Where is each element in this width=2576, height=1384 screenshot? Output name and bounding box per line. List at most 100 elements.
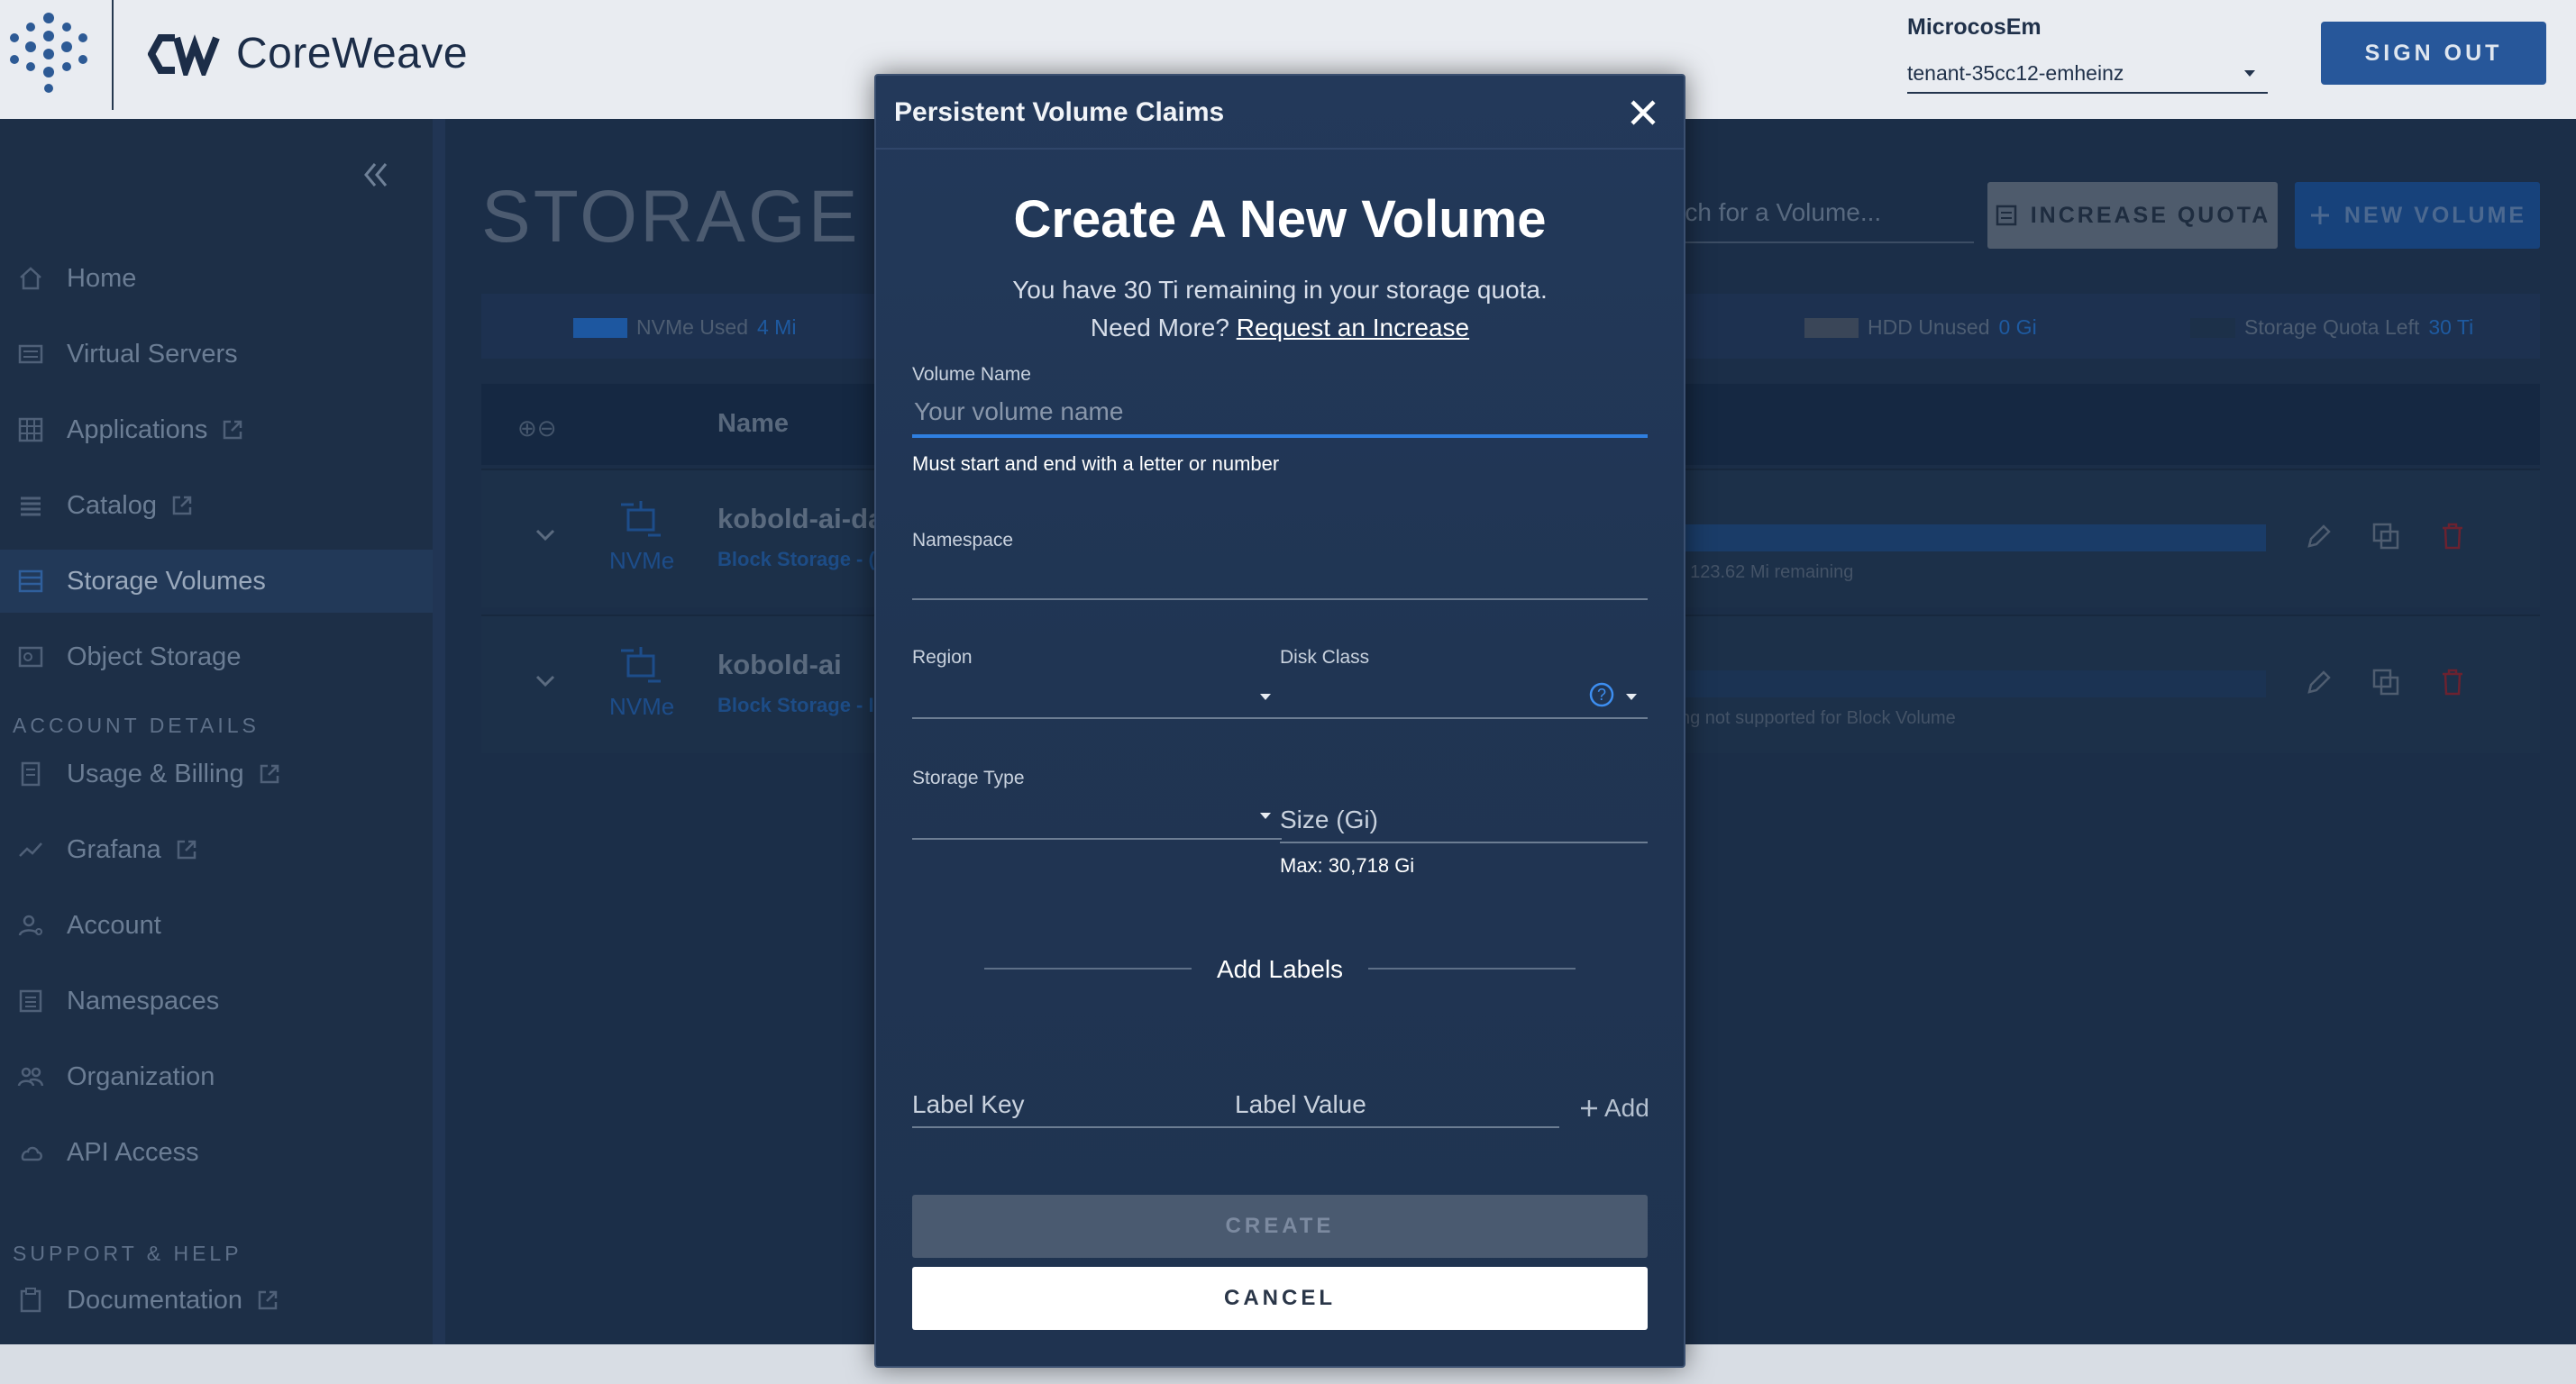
sidebar-item-account[interactable]: Account (0, 894, 433, 957)
sidebar-item-api-access[interactable]: API Access (0, 1121, 433, 1184)
home-icon (16, 264, 45, 293)
hdd-label: HDD Unused (1868, 315, 1990, 339)
sidebar-item-label: Object Storage (67, 642, 242, 671)
tenant-dropdown[interactable]: tenant-35cc12-emheinz (1907, 58, 2268, 94)
sidebar-item-object-storage[interactable]: Object Storage (0, 625, 433, 688)
quota-left: Storage Quota Left 30 Ti (2190, 315, 2473, 340)
sidebar-item-organization[interactable]: Organization (0, 1045, 433, 1108)
server-icon (16, 340, 45, 369)
sign-out-button[interactable]: SIGN OUT (2321, 22, 2546, 85)
sidebar-item-label: Home (67, 263, 137, 293)
add-label-button[interactable]: Add (1577, 1094, 1649, 1123)
volume-type: NVMe (609, 547, 675, 574)
external-link-icon (258, 1290, 278, 1310)
label-key-input[interactable]: Label Key (912, 1076, 1237, 1128)
sidebar-item-home[interactable]: Home (0, 247, 433, 310)
close-button[interactable] (1624, 94, 1662, 132)
sidebar-item-documentation[interactable]: Documentation (0, 1269, 433, 1332)
page-title: STORAGE V (481, 175, 936, 260)
quota-remaining-text: You have 30 Ti remaining in your storage… (1012, 276, 1548, 304)
namespace-icon (16, 987, 45, 1015)
list-icon (1996, 205, 2016, 226)
user-gear-icon (16, 911, 45, 940)
edit-icon[interactable] (2304, 521, 2334, 551)
volume-subtitle: Block Storage - I (717, 694, 874, 716)
need-more-label: Need More? (1090, 314, 1229, 341)
sidebar-item-label: Storage Volumes (67, 566, 266, 596)
quota-value: 30 Ti (2428, 315, 2474, 339)
label-value-placeholder: Label Value (1235, 1090, 1366, 1118)
external-link-icon (172, 496, 192, 515)
catalog-icon (16, 491, 45, 520)
brand-logo[interactable]: CoreWeave (148, 29, 468, 78)
chevron-down-icon[interactable] (532, 521, 559, 548)
plus-icon (2310, 206, 2329, 224)
name-column-header[interactable]: Name (717, 409, 789, 439)
trash-icon[interactable] (2437, 521, 2468, 551)
sidebar-item-label: Applications (67, 414, 208, 444)
chevron-down-icon[interactable] (532, 667, 559, 694)
modal-title: Persistent Volume Claims (894, 97, 1225, 127)
increase-quota-label: INCREASE QUOTA (2030, 202, 2271, 228)
nvme-usage: NVMe Used 4 Mi (573, 315, 796, 340)
modal-heading: Create A New Volume (1013, 190, 1547, 249)
sidebar-item-namespaces[interactable]: Namespaces (0, 970, 433, 1033)
need-more-text: Need More? Request an Increase (876, 314, 1684, 342)
clipboard-icon (16, 1286, 45, 1315)
coreweave-logo-icon (148, 33, 220, 76)
help-icon[interactable]: ? (1588, 681, 1615, 708)
request-increase-link[interactable]: Request an Increase (1237, 314, 1469, 341)
storage-type-select[interactable] (912, 793, 1282, 840)
sidebar-item-applications[interactable]: Applications (0, 398, 433, 461)
sidebar-item-label: Virtual Servers (67, 339, 238, 369)
increase-quota-button[interactable]: INCREASE QUOTA (1987, 182, 2278, 249)
size-input[interactable]: Size (Gi) (1280, 793, 1648, 843)
region-select[interactable] (912, 672, 1282, 719)
sidebar-item-catalog[interactable]: Catalog (0, 474, 433, 537)
external-link-icon (177, 840, 196, 860)
hdd-swatch (1804, 317, 1859, 338)
nvme-volume-icon: NVMe (609, 645, 674, 721)
copy-icon[interactable] (2370, 521, 2401, 551)
search-volume-input[interactable]: rch for a Volume... (1676, 186, 1974, 243)
namespace-field[interactable] (912, 553, 1648, 600)
add-labels-heading: Add Labels (1216, 955, 1344, 983)
usage-note: / 123.62 Mi remaining (1680, 562, 1854, 582)
divider-right (1368, 968, 1576, 970)
header-divider (112, 0, 114, 110)
copy-icon[interactable] (2370, 667, 2401, 697)
users-icon (16, 1062, 45, 1091)
namespace-label: Namespace (912, 530, 1014, 551)
billing-icon (16, 760, 45, 788)
sidebar-border (433, 119, 445, 1344)
tenant-selector[interactable]: MicrocosEm tenant-35cc12-emheinz (1907, 11, 2268, 94)
grid-icon (16, 415, 45, 444)
brand-name: CoreWeave (236, 30, 469, 77)
sidebar-item-usage-billing[interactable]: Usage & Billing (0, 742, 433, 806)
collapse-sidebar-icon[interactable] (359, 159, 391, 191)
size-placeholder: Size (Gi) (1280, 806, 1378, 833)
edit-icon[interactable] (2304, 667, 2334, 697)
external-link-icon (260, 764, 279, 784)
support-help-heading: SUPPORT & HELP (13, 1242, 242, 1265)
new-volume-button[interactable]: NEW VOLUME (2295, 182, 2540, 249)
volume-name-hint: Must start and end with a letter or numb… (912, 452, 1280, 475)
expand-collapse-all-icon[interactable]: ⊕⊖ (517, 414, 557, 442)
label-value-input[interactable]: Label Value (1235, 1076, 1559, 1128)
app-menu-icon[interactable] (7, 11, 90, 94)
plus-icon (1581, 1100, 1597, 1116)
sidebar: Home Virtual Servers Applications Catalo… (0, 119, 433, 1344)
sidebar-item-label: Catalog (67, 490, 157, 520)
sidebar-item-storage-volumes[interactable]: Storage Volumes (0, 550, 433, 613)
nvme-volume-icon: NVMe (609, 499, 675, 575)
create-button[interactable]: CREATE (912, 1195, 1648, 1258)
cloud-icon (16, 1138, 45, 1167)
volume-name-input[interactable] (912, 389, 1648, 438)
cancel-button[interactable]: CANCEL (912, 1267, 1648, 1330)
trash-icon[interactable] (2437, 667, 2468, 697)
tenant-value: tenant-35cc12-emheinz (1907, 61, 2124, 85)
sidebar-item-virtual-servers[interactable]: Virtual Servers (0, 323, 433, 386)
modal-header: Persistent Volume Claims (876, 76, 1684, 150)
volume-name-label: Volume Name (912, 364, 1031, 385)
sidebar-item-grafana[interactable]: Grafana (0, 818, 433, 881)
